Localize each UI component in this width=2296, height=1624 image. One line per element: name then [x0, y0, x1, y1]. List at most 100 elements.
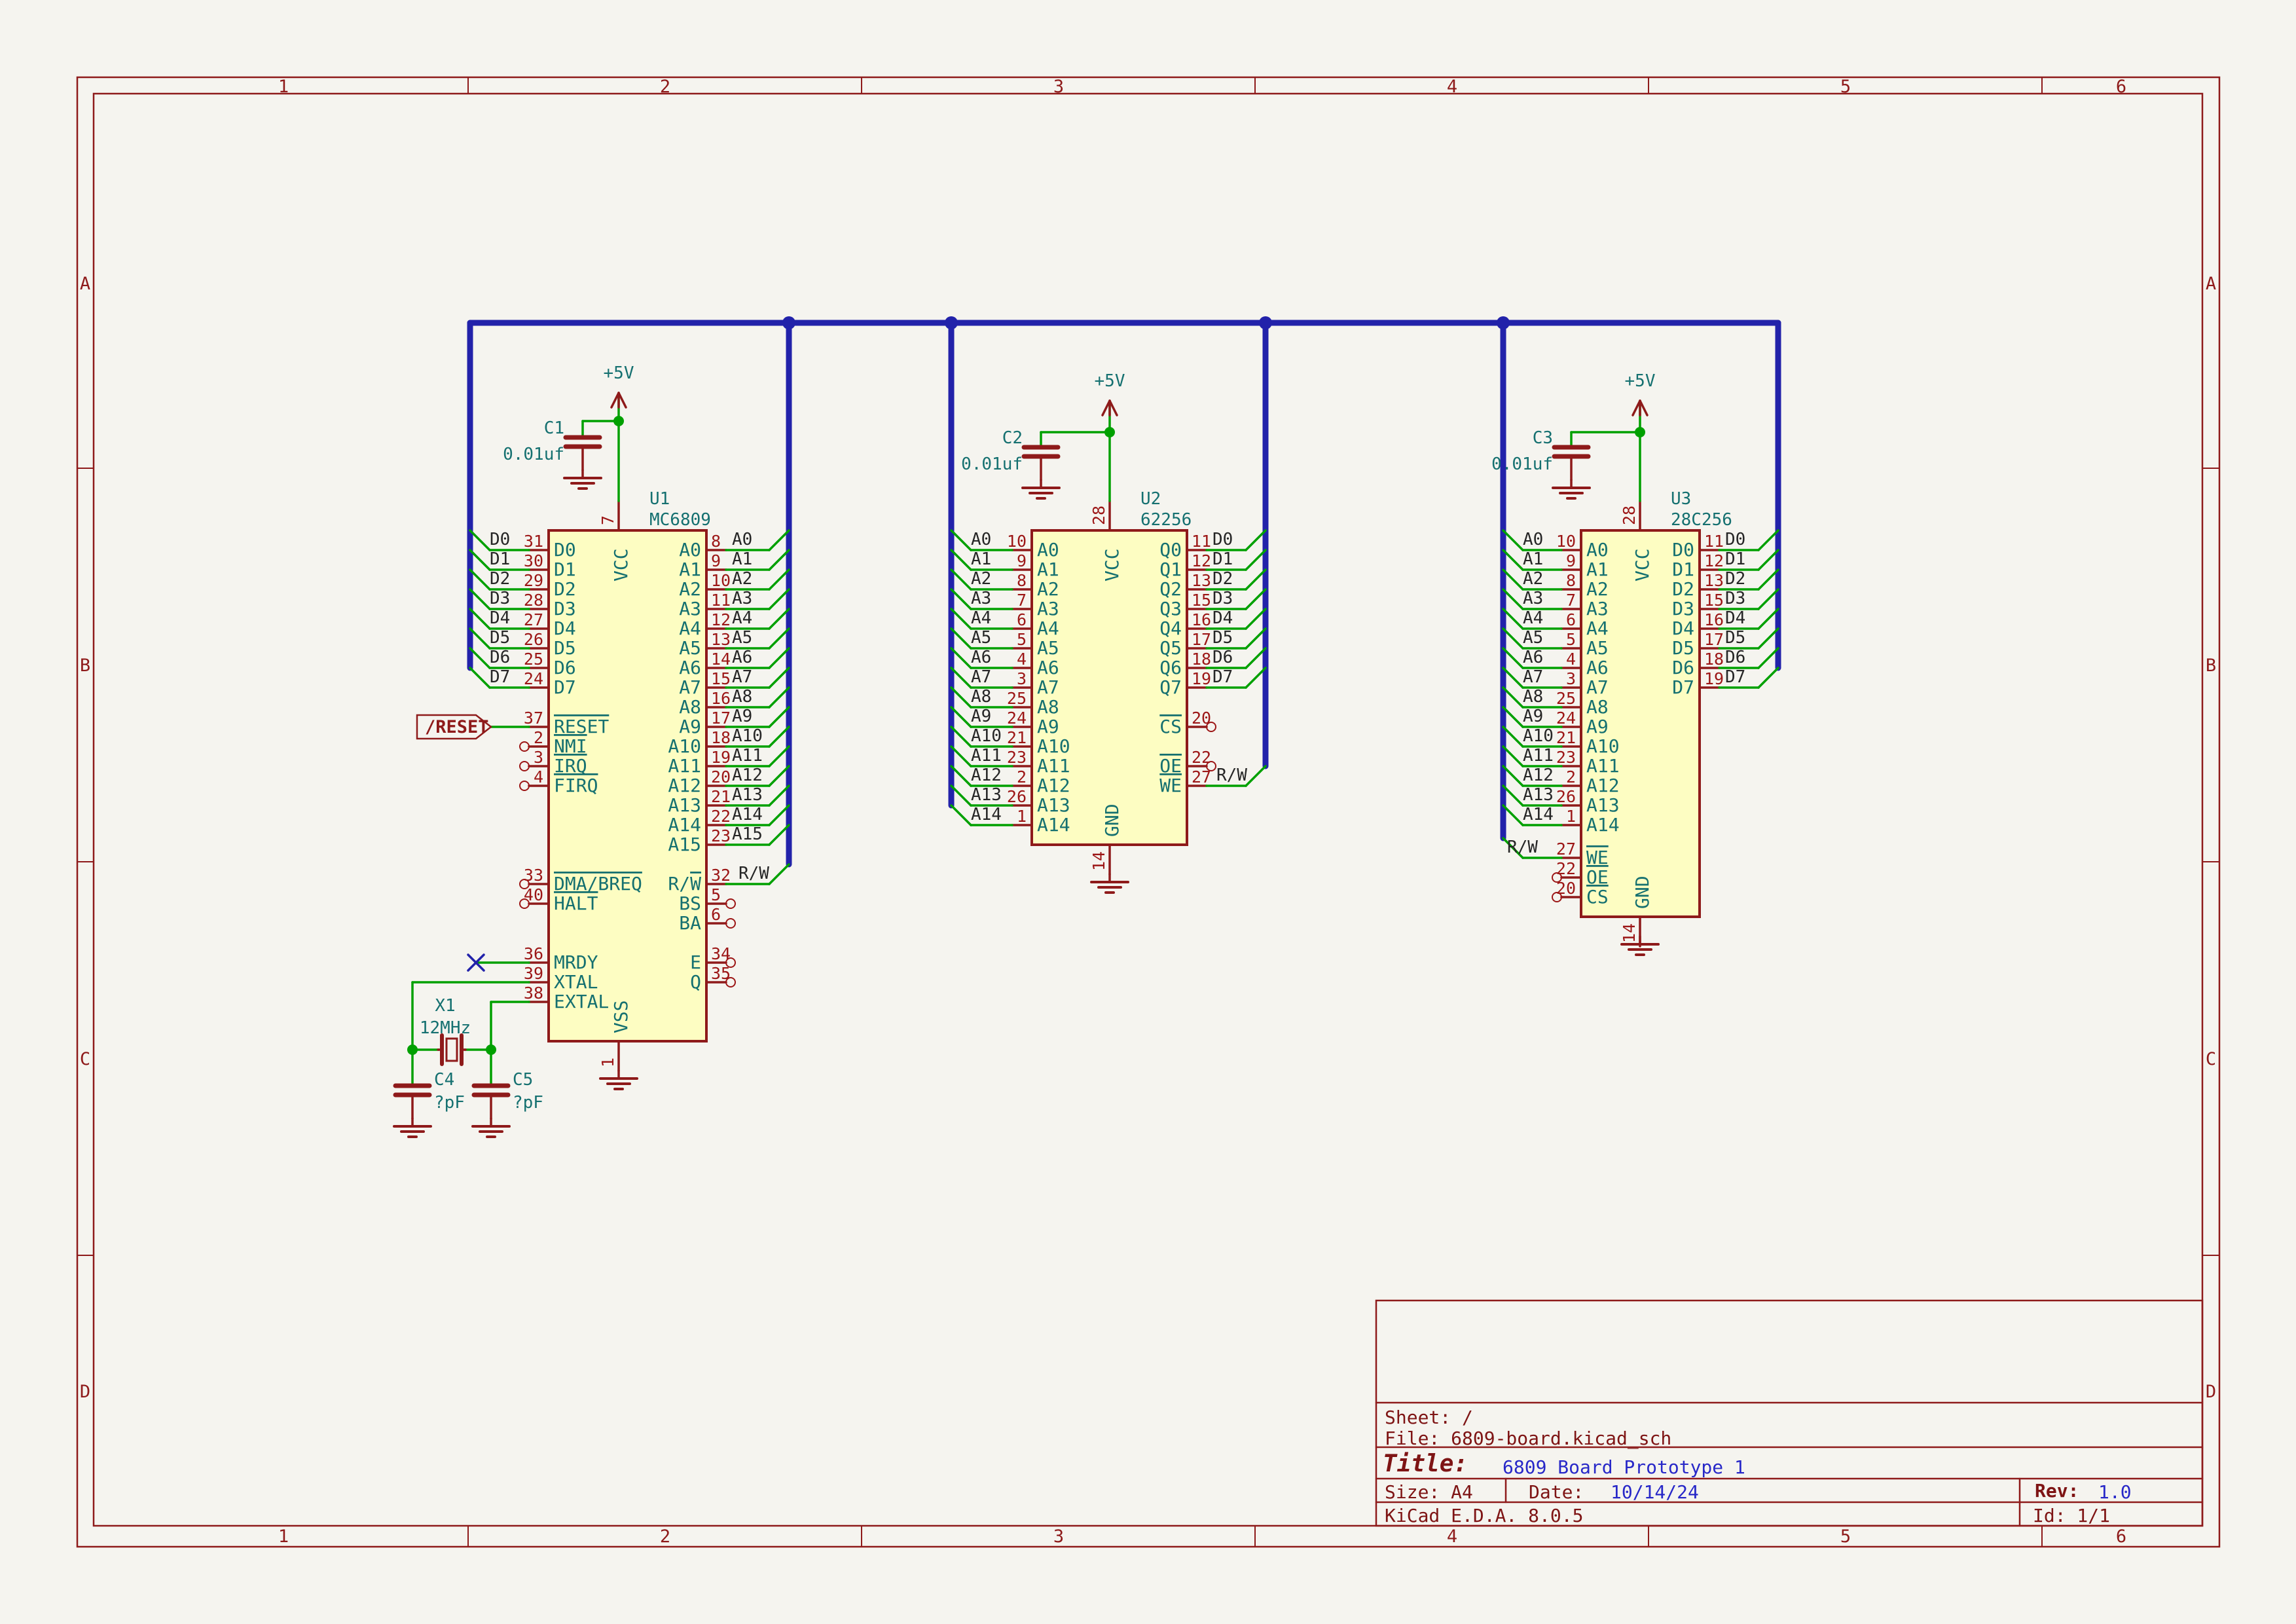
pin-number: 5: [1017, 630, 1027, 649]
bus-entry: [1758, 668, 1778, 688]
frame-col-label: 2: [660, 1526, 670, 1547]
pin-name: A1: [1586, 559, 1609, 580]
net-label: D6: [1212, 648, 1233, 667]
pin-name: A7: [1586, 676, 1609, 698]
pin-number: 1: [598, 1058, 617, 1067]
pin-number: 15: [1704, 591, 1724, 610]
wire-junction: [613, 416, 624, 426]
pin-number: 35: [711, 964, 731, 983]
frame-col-label: 3: [1053, 1526, 1064, 1547]
ic-refdes: U3: [1671, 489, 1691, 509]
pin-number: 12: [1704, 551, 1724, 570]
pin-name: VCC: [1101, 548, 1123, 581]
frame-col-label: 4: [1447, 1526, 1457, 1547]
pin-name: WE: [1586, 847, 1609, 868]
net-label: D2: [1212, 569, 1233, 589]
pin-name: D7: [554, 676, 576, 698]
pin-name: CS: [1586, 886, 1609, 908]
pin-name: A11: [1586, 755, 1620, 777]
pin-name: Q1: [1159, 559, 1182, 580]
pin-number: 9: [1017, 551, 1027, 570]
net-label: A9: [1523, 707, 1543, 726]
pin-number: 26: [1007, 787, 1027, 806]
pin-name: A10: [1586, 735, 1620, 757]
pin-number: 14: [1089, 851, 1108, 871]
pin-number: 25: [1556, 689, 1576, 708]
pin-name: A8: [679, 696, 701, 718]
pin-number: 7: [1017, 591, 1027, 610]
pin-number: 11: [1704, 532, 1724, 551]
pin-name: Q2: [1159, 578, 1182, 600]
pin-number: 10: [1007, 532, 1027, 551]
pin-number: 16: [711, 689, 731, 708]
wire-junction: [1635, 427, 1645, 437]
pin-number: 28: [1089, 506, 1108, 525]
net-label: A2: [971, 569, 991, 589]
frame-row-label: B: [2206, 655, 2216, 676]
unconnected-pin-circle: [726, 919, 735, 928]
net-label: A3: [1523, 589, 1543, 608]
pin-number: 12: [711, 610, 731, 629]
net-label: A0: [971, 530, 991, 549]
frame-row-label: A: [2206, 274, 2216, 294]
pin-number: 20: [1192, 709, 1211, 728]
titleblock-id: Id: 1/1: [2033, 1506, 2110, 1526]
pin-name: A15: [668, 834, 701, 855]
pin-number: 15: [1192, 591, 1211, 610]
net-label: D0: [1725, 530, 1745, 549]
pin-name: A5: [1586, 637, 1609, 659]
capacitor-refdes: C2: [1002, 428, 1023, 448]
pin-number: 8: [1566, 571, 1576, 590]
net-label: A11: [732, 746, 763, 766]
net-label: A9: [732, 707, 752, 726]
pin-name: A3: [679, 598, 701, 619]
net-label: A9: [971, 707, 991, 726]
bus-entry: [1246, 766, 1266, 786]
pin-name: A9: [1586, 716, 1609, 737]
net-label: A10: [732, 726, 763, 746]
ic-value: MC6809: [649, 510, 711, 530]
pin-name: A6: [679, 657, 701, 678]
net-label: D7: [1725, 667, 1745, 687]
pin-name: A13: [1586, 794, 1620, 816]
frame-col-label: 6: [2116, 77, 2126, 97]
pin-number: 9: [1566, 551, 1576, 570]
pin-name: A3: [1586, 598, 1609, 619]
crystal-refdes: X1: [435, 996, 455, 1016]
pin-number: 20: [711, 767, 731, 786]
net-label: A7: [1523, 667, 1543, 687]
pin-name: GND: [1631, 876, 1653, 909]
net-label: D4: [1725, 608, 1745, 628]
frame-col-label: 2: [660, 77, 670, 97]
net-label: A11: [971, 746, 1002, 766]
pin-name: A14: [668, 814, 701, 836]
pin-name: XTAL: [554, 971, 598, 993]
pin-number: 22: [1192, 748, 1211, 767]
pin-number: 8: [711, 532, 721, 551]
pin-name: E: [690, 951, 701, 973]
unconnected-pin-circle: [726, 899, 735, 908]
pin-name: Q: [690, 971, 701, 993]
pin-number: 27: [1192, 767, 1211, 786]
frame-col-label: 5: [1840, 1526, 1851, 1547]
pin-number: 18: [1192, 650, 1211, 669]
pin-name: A0: [1586, 539, 1609, 561]
pin-number: 29: [524, 571, 543, 590]
net-label: A12: [732, 766, 763, 785]
global-label-text: /RESET: [425, 717, 489, 737]
pin-number: 24: [524, 669, 543, 688]
pin-number: 6: [1566, 610, 1576, 629]
pin-number: 14: [1620, 923, 1639, 943]
pin-number: 16: [1192, 610, 1211, 629]
pin-name: CS: [1159, 716, 1182, 737]
pin-name: IRQ: [554, 755, 587, 777]
pin-name: D7: [1672, 676, 1694, 698]
pin-number: 39: [524, 964, 543, 983]
pin-name: A4: [679, 618, 701, 639]
net-label: A2: [1523, 569, 1543, 589]
frame-col-label: 6: [2116, 1526, 2126, 1547]
frame-col-label: 1: [278, 1526, 289, 1547]
pin-number: 37: [524, 709, 543, 728]
pin-number: 7: [598, 515, 617, 525]
pin-name: D5: [554, 637, 576, 659]
